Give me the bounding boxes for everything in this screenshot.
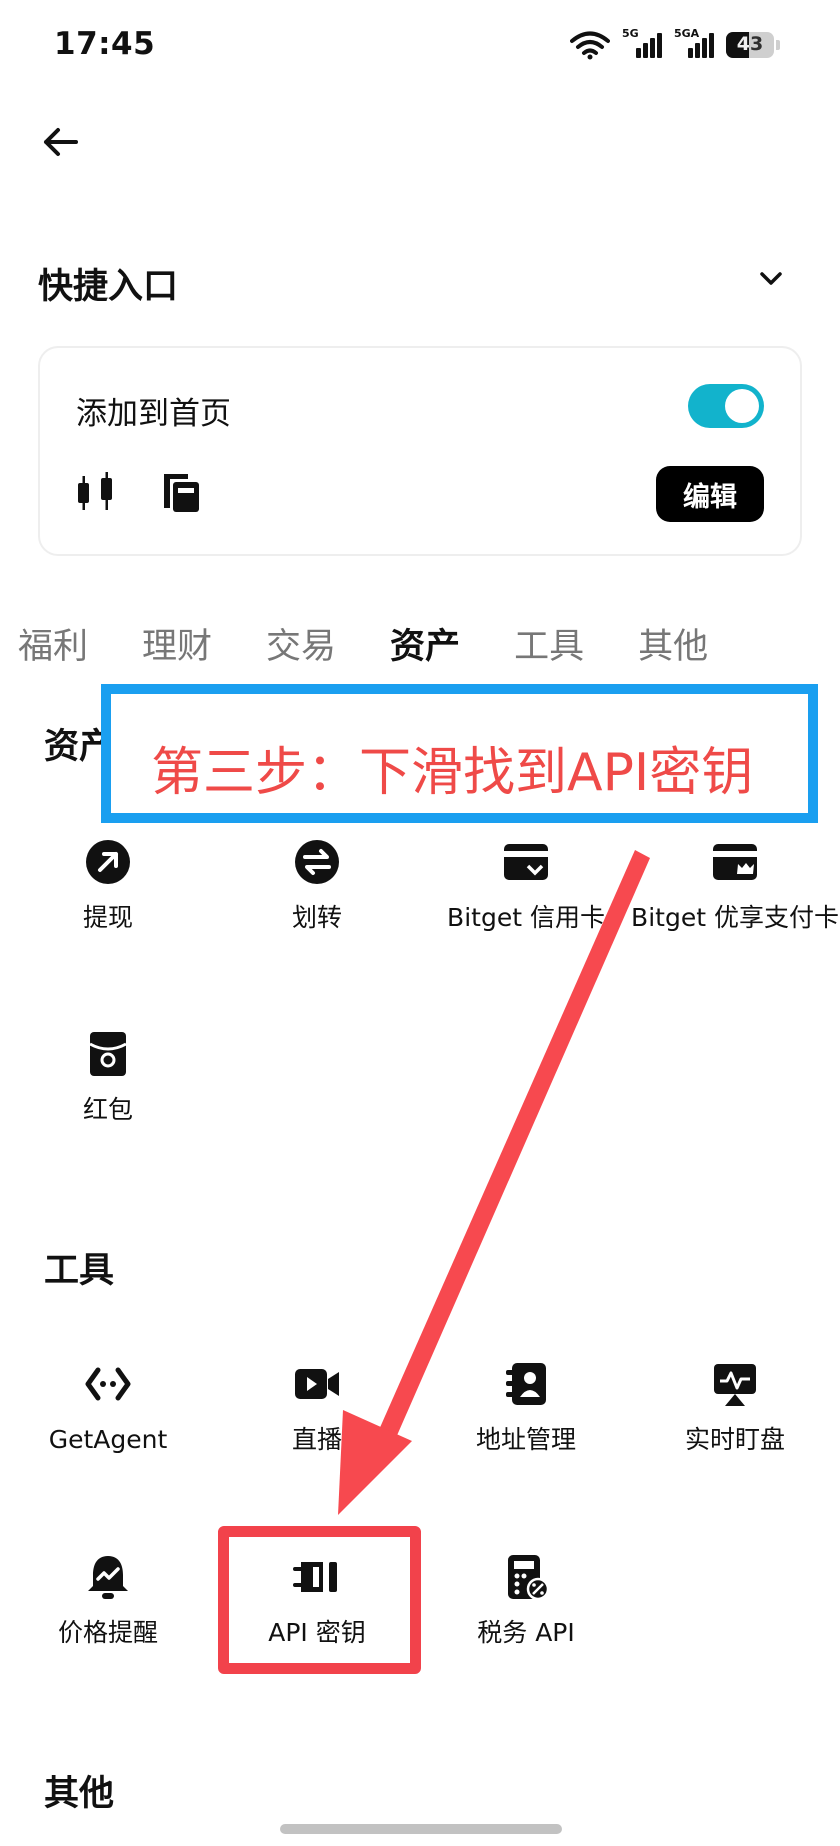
withdraw-icon: [86, 840, 130, 884]
grid-item-premium-card[interactable]: Bitget 优享支付卡: [630, 838, 840, 933]
live-video-icon: [295, 1369, 339, 1399]
agent-icon: [85, 1367, 131, 1401]
add-to-home-label: 添加到首页: [76, 396, 231, 432]
chevron-down-icon[interactable]: [756, 264, 786, 294]
tab-other[interactable]: 其他: [638, 618, 708, 669]
grid-item-red-packet[interactable]: 红包: [3, 1030, 213, 1125]
instruction-text: 第三步：下滑找到API密钥: [151, 743, 754, 803]
grid-item-price-alert[interactable]: 价格提醒: [3, 1553, 213, 1648]
transfer-icon: [295, 840, 339, 884]
signal-5g-icon: 5G: [622, 27, 662, 60]
tab-assets[interactable]: 资产: [390, 618, 460, 669]
edit-button[interactable]: 编辑: [656, 466, 764, 522]
api-key-highlight: [218, 1526, 421, 1674]
wifi-icon: [570, 31, 610, 60]
premium-card-icon: [713, 844, 757, 880]
grid-item-transfer[interactable]: 划转: [212, 838, 422, 933]
tab-trade[interactable]: 交易: [266, 618, 336, 669]
back-arrow-icon[interactable]: [40, 122, 80, 162]
status-time: 17:45: [54, 26, 156, 62]
grid-item-live[interactable]: 直播: [212, 1360, 422, 1455]
other-section-title: 其他: [44, 1774, 115, 1814]
credit-card-icon: [504, 844, 548, 880]
add-to-home-toggle[interactable]: [688, 384, 764, 428]
monitor-chart-icon: [714, 1364, 756, 1406]
address-book-icon: [506, 1363, 546, 1405]
tools-section-title: 工具: [44, 1251, 115, 1291]
grid-item-address[interactable]: 地址管理: [421, 1360, 631, 1455]
grid-item-monitor[interactable]: 实时盯盘: [630, 1360, 840, 1455]
grid-item-credit-card[interactable]: Bitget 信用卡: [421, 838, 631, 933]
tax-calculator-icon: [508, 1555, 550, 1601]
home-indicator[interactable]: [280, 1824, 562, 1834]
red-packet-icon: [89, 1032, 127, 1076]
tab-wealth[interactable]: 理财: [142, 618, 212, 669]
grid-item-withdraw[interactable]: 提现: [3, 838, 213, 933]
tab-tools[interactable]: 工具: [514, 618, 584, 669]
copy-document-icon[interactable]: [158, 470, 204, 516]
grid-item-getagent[interactable]: GetAgent: [3, 1360, 213, 1455]
tab-welfare[interactable]: 福利: [18, 618, 88, 669]
price-alert-bell-icon: [88, 1556, 128, 1599]
shortcut-title: 快捷入口: [38, 267, 179, 307]
shortcut-card: 添加到首页 编辑: [38, 346, 802, 556]
category-tabs: 福利 理财 交易 资产 工具 其他: [18, 618, 708, 669]
grid-item-tax-api[interactable]: 税务 API: [421, 1553, 631, 1648]
instruction-callout: 第三步：下滑找到API密钥: [101, 684, 818, 823]
status-icons: 5G 5GA 43: [570, 27, 780, 62]
candlestick-icon[interactable]: [74, 470, 120, 516]
signal-5ga-icon: 5GA: [674, 27, 714, 60]
battery-icon: 43: [726, 32, 774, 58]
